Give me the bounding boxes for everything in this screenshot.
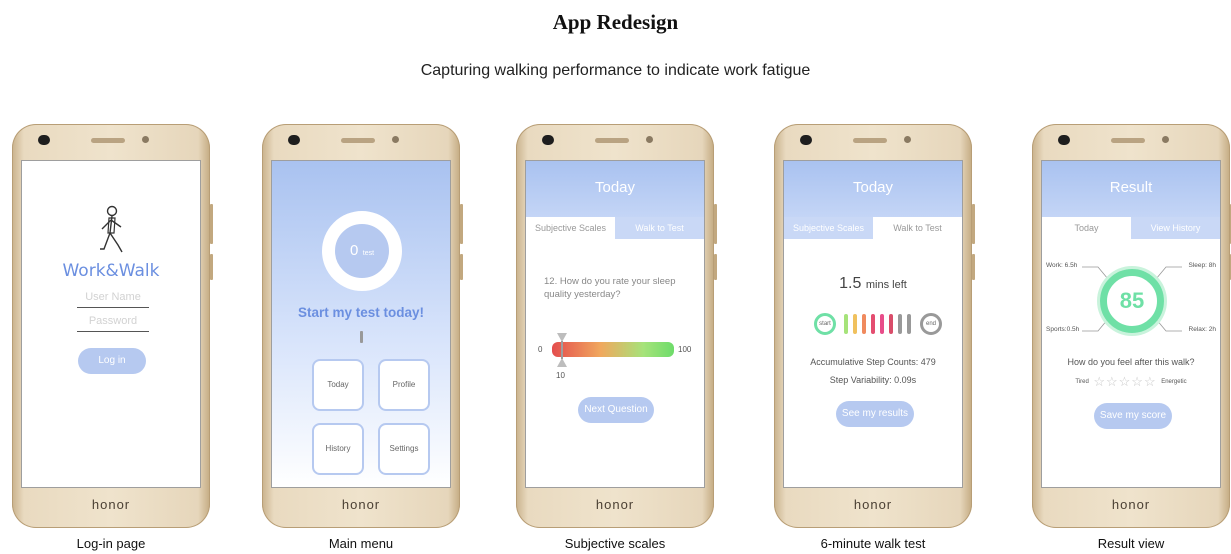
brand-label: honor <box>341 497 381 512</box>
sensor-icon <box>142 136 149 143</box>
front-camera-icon <box>288 135 300 145</box>
tab-today[interactable]: Today <box>1042 217 1131 239</box>
earpiece <box>341 138 375 143</box>
caption-login: Log-in page <box>76 536 146 551</box>
step-variability: Step Variability: 0.09s <box>829 375 917 385</box>
star-icon[interactable]: ☆ <box>1144 374 1157 389</box>
username-input[interactable]: User Name <box>77 291 149 303</box>
caption-result-view: Result view <box>1097 536 1165 551</box>
question-text: 12. How do you rate your sleep quality y… <box>544 276 676 300</box>
rating-low-label: Tired <box>1075 378 1089 385</box>
star-icon[interactable]: ☆ <box>1106 374 1119 389</box>
front-camera-icon <box>38 135 50 145</box>
feel-question: How do you feel after this walk? <box>1067 357 1195 367</box>
main-menu-screen: 0 test Start my test today! Today Profil… <box>271 160 451 488</box>
sensor-icon <box>1162 136 1169 143</box>
brand-label: honor <box>1111 497 1151 512</box>
menu-history[interactable]: History <box>312 423 364 475</box>
app-logo-text: Work&Walk <box>62 261 160 281</box>
phone-login: Work&Walk User Name Password Log in hono… <box>12 124 213 528</box>
sensor-icon <box>392 136 399 143</box>
test-count-unit: test <box>362 250 375 257</box>
result-screen: Result Today View History Work: 6.5h Sle… <box>1041 160 1221 488</box>
tab-subjective-scales[interactable]: Subjective Scales <box>526 217 615 239</box>
save-score-button[interactable]: Save my score <box>1094 403 1172 429</box>
progress-bars <box>842 313 916 335</box>
caption-walk-test: 6-minute walk test <box>820 536 926 551</box>
brand-label: honor <box>91 497 131 512</box>
tab-bar: Today View History <box>1042 217 1220 239</box>
cursor-icon <box>360 331 363 343</box>
rating-row: Tired ☆☆☆☆☆ Energetic <box>1042 373 1220 391</box>
menu-today[interactable]: Today <box>312 359 364 411</box>
page-subtitle: Capturing walking performance to indicat… <box>420 62 811 79</box>
see-results-button[interactable]: See my results <box>836 401 914 427</box>
caption-subjective-scales: Subjective scales <box>564 536 666 551</box>
phone-walk-test: Today Subjective Scales Walk to Test 1.5… <box>774 124 975 528</box>
star-icon[interactable]: ☆ <box>1119 374 1132 389</box>
test-count: 0 <box>349 242 359 259</box>
end-marker-icon: end <box>920 313 942 335</box>
password-input[interactable]: Password <box>77 315 149 327</box>
test-count-ring: 0 test <box>322 211 402 291</box>
score-value: 85 <box>1119 288 1145 313</box>
earpiece <box>595 138 629 143</box>
front-camera-icon <box>800 135 812 145</box>
slider-handle-icon[interactable] <box>556 333 568 367</box>
star-icon[interactable]: ☆ <box>1131 374 1144 389</box>
tab-bar: Subjective Scales Walk to Test <box>526 217 704 239</box>
scale-max: 100 <box>678 345 692 354</box>
star-rating[interactable]: ☆☆☆☆☆ <box>1093 374 1161 389</box>
walk-test-screen: Today Subjective Scales Walk to Test 1.5… <box>783 160 963 488</box>
earpiece <box>853 138 887 143</box>
phone-result-view: Result Today View History Work: 6.5h Sle… <box>1032 124 1231 528</box>
sensor-icon <box>904 136 911 143</box>
step-counts: Accumulative Step Counts: 479 <box>810 357 936 367</box>
brand-label: honor <box>595 497 635 512</box>
front-camera-icon <box>542 135 554 145</box>
relax-hours: Relax: 2h <box>1188 326 1216 333</box>
menu-settings[interactable]: Settings <box>378 423 430 475</box>
start-test-link[interactable]: Start my test today! <box>272 305 450 320</box>
start-marker-icon: start <box>814 313 836 335</box>
sleep-hours: Sleep: 8h <box>1188 262 1216 269</box>
front-camera-icon <box>1058 135 1070 145</box>
walker-icon <box>100 205 123 253</box>
caption-main-menu: Main menu <box>328 536 394 551</box>
time-unit: mins left <box>865 279 907 291</box>
earpiece <box>91 138 125 143</box>
screen-header: Today <box>784 161 962 217</box>
tab-subjective-scales[interactable]: Subjective Scales <box>784 217 873 239</box>
sensor-icon <box>646 136 653 143</box>
rating-high-label: Energetic <box>1161 378 1187 385</box>
next-question-button[interactable]: Next Question <box>578 397 654 423</box>
time-left: 1.5 mins left <box>784 275 962 293</box>
tab-view-history[interactable]: View History <box>1131 217 1220 239</box>
sports-hours: Sports:0.5h <box>1046 326 1080 333</box>
score-ring: 85 <box>1100 269 1164 333</box>
brand-label: honor <box>853 497 893 512</box>
subjective-screen: Today Subjective Scales Walk to Test 12.… <box>525 160 705 488</box>
scale-min: 0 <box>538 345 543 354</box>
tab-walk-to-test[interactable]: Walk to Test <box>615 217 704 239</box>
earpiece <box>1111 138 1145 143</box>
progress-bars-icon <box>844 314 911 334</box>
star-icon[interactable]: ☆ <box>1093 374 1106 389</box>
tab-walk-to-test[interactable]: Walk to Test <box>873 217 962 239</box>
page-title: App Redesign <box>552 10 679 34</box>
screen-header: Result <box>1042 161 1220 217</box>
phone-main-menu: 0 test Start my test today! Today Profil… <box>262 124 463 528</box>
login-button[interactable]: Log in <box>78 348 146 374</box>
screen-header: Today <box>526 161 704 217</box>
scale-slider[interactable] <box>552 342 674 357</box>
phone-subjective-scales: Today Subjective Scales Walk to Test 12.… <box>516 124 717 528</box>
menu-profile[interactable]: Profile <box>378 359 430 411</box>
work-hours: Work: 6.5h <box>1046 262 1078 269</box>
time-value: 1.5 <box>839 275 862 292</box>
login-screen: Work&Walk User Name Password Log in <box>21 160 201 488</box>
selected-value: 10 <box>556 371 565 380</box>
tab-bar: Subjective Scales Walk to Test <box>784 217 962 239</box>
